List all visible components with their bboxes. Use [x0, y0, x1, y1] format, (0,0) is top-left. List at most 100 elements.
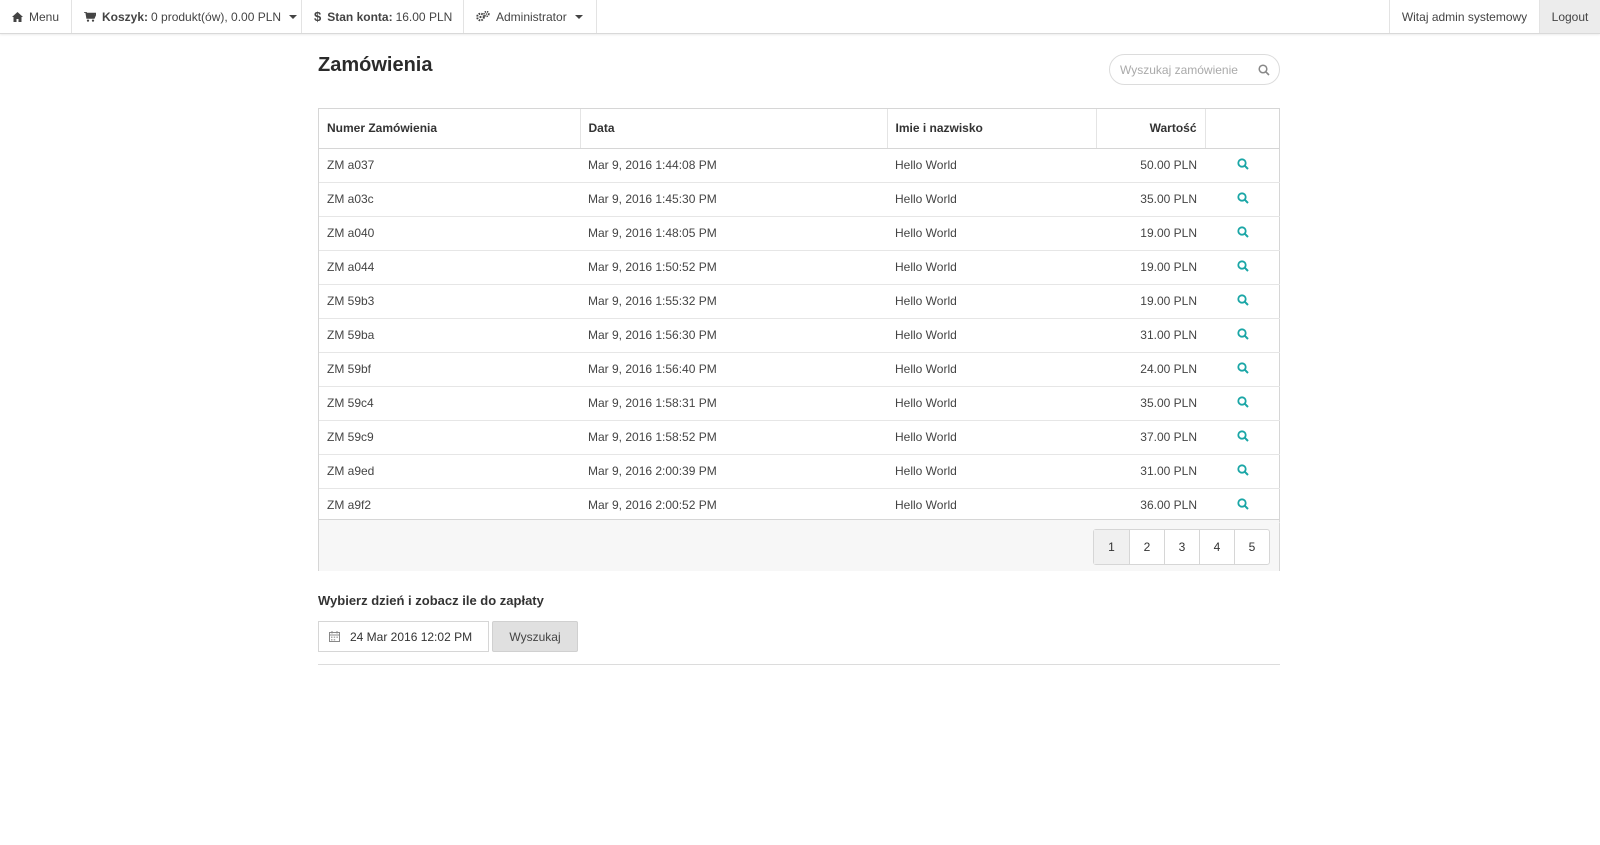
admin-dropdown[interactable]: Administrator: [464, 0, 597, 33]
order-date-cell: Mar 9, 2016 1:50:52 PM: [580, 250, 887, 285]
order-details-cell: [1205, 352, 1280, 387]
magnifier-icon[interactable]: [1236, 293, 1249, 306]
magnifier-icon[interactable]: [1236, 259, 1249, 272]
magnifier-icon[interactable]: [1236, 429, 1249, 442]
table-row: ZM a03c Mar 9, 2016 1:45:30 PM Hello World…: [319, 182, 1280, 217]
order-value-cell: 37.00 PLN: [1096, 420, 1205, 455]
magnifier-icon[interactable]: [1236, 463, 1249, 476]
order-date-cell: Mar 9, 2016 1:55:32 PM: [580, 284, 887, 319]
order-search[interactable]: [1109, 54, 1280, 85]
customer-name-cell: Hello World: [887, 148, 1096, 183]
order-details-cell: [1205, 386, 1280, 421]
column-header-actions: [1205, 109, 1280, 149]
table-row: ZM 59ba Mar 9, 2016 1:56:30 PM Hello World…: [319, 318, 1280, 353]
payment-section-label: Wybierz dzień i zobacz ile do zapłaty: [318, 593, 544, 608]
order-value-cell: 31.00 PLN: [1096, 318, 1205, 353]
magnifier-icon[interactable]: [1236, 327, 1249, 340]
page-button-3[interactable]: 3: [1164, 530, 1199, 564]
cart-icon: [84, 11, 96, 22]
order-details-cell: [1205, 250, 1280, 285]
order-details-cell: [1205, 318, 1280, 353]
balance-label: Stan konta:: [327, 9, 393, 24]
order-date-cell: Mar 9, 2016 1:56:30 PM: [580, 318, 887, 353]
customer-name-cell: Hello World: [887, 386, 1096, 421]
customer-name-cell: Hello World: [887, 250, 1096, 285]
order-details-cell: [1205, 284, 1280, 319]
cart-label: Koszyk:: [102, 9, 149, 24]
search-icon[interactable]: [1258, 64, 1270, 79]
magnifier-icon[interactable]: [1236, 497, 1249, 510]
table-header-row: Numer Zamówienia Data Imie i nazwisko Wa…: [319, 109, 1280, 149]
column-header-order-number[interactable]: Numer Zamówienia: [319, 109, 581, 149]
table-row: ZM 59bf Mar 9, 2016 1:56:40 PM Hello World…: [319, 352, 1280, 387]
cart-dropdown[interactable]: Koszyk: 0 produkt(ów), 0.00 PLN: [72, 0, 302, 33]
welcome-text: Witaj admin systemowy: [1389, 0, 1539, 33]
logout-button[interactable]: Logout: [1539, 0, 1600, 33]
table-row: ZM 59c9 Mar 9, 2016 1:58:52 PM Hello World…: [319, 420, 1280, 455]
column-header-value[interactable]: Wartość: [1096, 109, 1206, 149]
magnifier-icon[interactable]: [1236, 361, 1249, 374]
table-row: ZM a9f2 Mar 9, 2016 2:00:52 PM Hello World…: [319, 488, 1280, 523]
cogs-icon: [476, 11, 490, 22]
order-details-cell: [1205, 148, 1280, 183]
order-date-cell: Mar 9, 2016 1:44:08 PM: [580, 148, 887, 183]
welcome-label: Witaj admin systemowy: [1401, 9, 1528, 24]
admin-label: Administrator: [496, 9, 567, 24]
order-value-cell: 19.00 PLN: [1096, 250, 1205, 285]
page-button-4[interactable]: 4: [1199, 530, 1234, 564]
order-number-cell: ZM a9ed: [319, 454, 580, 489]
page-title: Zamówienia: [318, 54, 433, 76]
page-button-1[interactable]: 1: [1094, 530, 1129, 564]
order-search-input[interactable]: [1120, 62, 1250, 77]
order-details-cell: [1205, 216, 1280, 251]
order-number-cell: ZM a044: [319, 250, 580, 285]
menu-button[interactable]: Menu: [0, 0, 72, 33]
customer-name-cell: Hello World: [887, 318, 1096, 353]
order-number-cell: ZM a040: [319, 216, 580, 251]
magnifier-icon[interactable]: [1236, 395, 1249, 408]
page-button-5[interactable]: 5: [1234, 530, 1269, 564]
order-number-cell: ZM 59c9: [319, 420, 580, 455]
order-details-cell: [1205, 488, 1280, 523]
chevron-down-icon: [574, 14, 583, 19]
table-row: ZM 59c4 Mar 9, 2016 1:58:31 PM Hello World…: [319, 386, 1280, 421]
column-header-date[interactable]: Data: [580, 109, 888, 149]
magnifier-icon[interactable]: [1236, 191, 1249, 204]
column-header-name[interactable]: Imie i nazwisko: [887, 109, 1097, 149]
order-number-cell: ZM 59c4: [319, 386, 580, 421]
customer-name-cell: Hello World: [887, 284, 1096, 319]
order-number-cell: ZM a037: [319, 148, 580, 183]
table-row: ZM a040 Mar 9, 2016 1:48:05 PM Hello World…: [319, 216, 1280, 251]
order-details-cell: [1205, 182, 1280, 217]
order-number-cell: ZM 59bf: [319, 352, 580, 387]
customer-name-cell: Hello World: [887, 454, 1096, 489]
pagination: 12345: [1093, 529, 1270, 565]
order-number-cell: ZM a03c: [319, 182, 580, 217]
balance-value: 16.00 PLN: [395, 9, 453, 24]
table-row: ZM a037 Mar 9, 2016 1:44:08 PM Hello World…: [319, 148, 1280, 183]
order-number-cell: ZM a9f2: [319, 488, 580, 523]
search-payment-button[interactable]: Wyszukaj: [492, 621, 578, 652]
cart-value: 0 produkt(ów), 0.00 PLN: [151, 9, 282, 24]
page-button-2[interactable]: 2: [1129, 530, 1164, 564]
date-picker-field[interactable]: 24 Mar 2016 12:02 PM: [318, 621, 489, 652]
orders-table-panel: Numer Zamówienia Data Imie i nazwisko Wa…: [318, 108, 1280, 571]
date-value: 24 Mar 2016 12:02 PM: [350, 629, 473, 644]
orders-table: Numer Zamówienia Data Imie i nazwisko Wa…: [319, 109, 1280, 523]
order-value-cell: 19.00 PLN: [1096, 284, 1205, 319]
table-row: ZM a9ed Mar 9, 2016 2:00:39 PM Hello World…: [319, 454, 1280, 489]
magnifier-icon[interactable]: [1236, 157, 1249, 170]
order-value-cell: 24.00 PLN: [1096, 352, 1205, 387]
order-date-cell: Mar 9, 2016 1:58:52 PM: [580, 420, 887, 455]
table-footer: 12345: [319, 519, 1279, 571]
logout-label: Logout: [1551, 9, 1589, 24]
customer-name-cell: Hello World: [887, 216, 1096, 251]
home-icon: [12, 11, 23, 22]
order-number-cell: ZM 59ba: [319, 318, 580, 353]
customer-name-cell: Hello World: [887, 352, 1096, 387]
order-date-cell: Mar 9, 2016 2:00:52 PM: [580, 488, 887, 523]
dollar-icon: $: [314, 9, 322, 24]
magnifier-icon[interactable]: [1236, 225, 1249, 238]
order-date-cell: Mar 9, 2016 1:45:30 PM: [580, 182, 887, 217]
order-date-cell: Mar 9, 2016 1:48:05 PM: [580, 216, 887, 251]
